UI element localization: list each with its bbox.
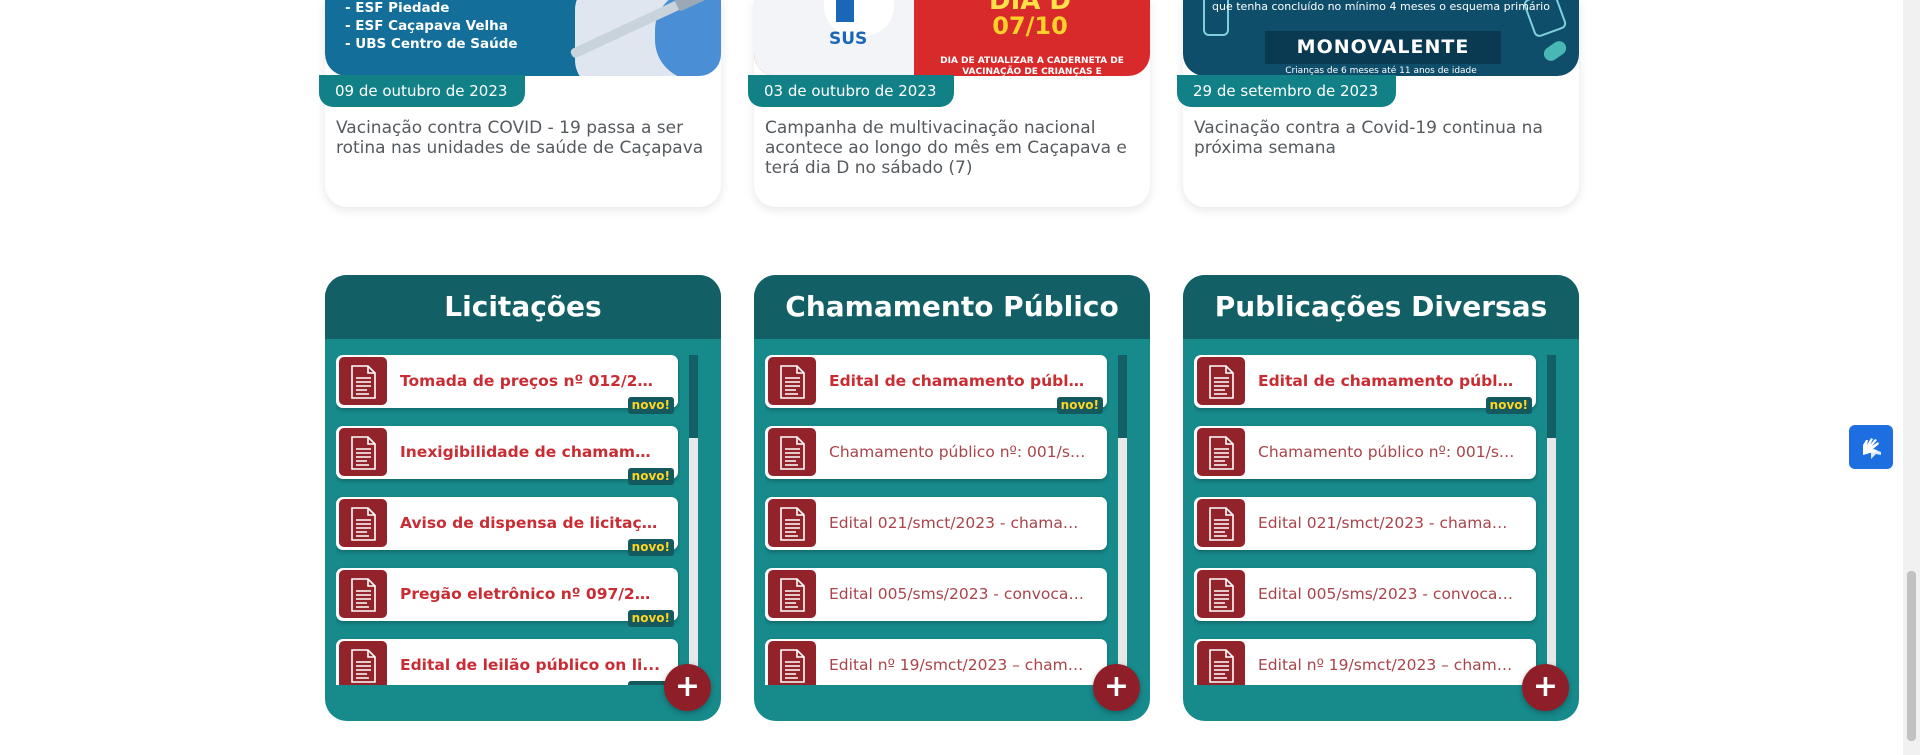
list-item[interactable]: Edital 005/sms/2023 - convocaç... — [765, 568, 1107, 621]
list-item[interactable]: Pregão eletrônico nº 097/2023 novo! — [336, 568, 678, 627]
document-icon — [339, 499, 387, 547]
item-label[interactable]: Edital 005/sms/2023 - convocaç... — [829, 568, 1089, 621]
new-badge: novo! — [627, 610, 674, 627]
image-strip: DIA DE ATUALIZAR A CADERNETA DE VACINAÇÃ… — [940, 56, 1124, 76]
document-icon — [339, 641, 387, 685]
item-label[interactable]: Edital nº 19/smct/2023 – chama... — [1258, 639, 1518, 685]
list-item[interactable]: Edital de leilão público on li...novo! — [336, 639, 678, 685]
news-card[interactable]: SUS DIA D 07/10 DIA DE ATUALIZAR A CADER… — [748, 0, 1150, 207]
pill-icon — [1541, 38, 1569, 64]
list-item[interactable]: Chamamento público nº: 001/sme... — [765, 426, 1107, 479]
list-item[interactable]: Edital 021/smct/2023 - chamame... — [1194, 497, 1536, 550]
new-badge: novo! — [1485, 397, 1532, 414]
news-title[interactable]: Campanha de multivacinação nacional acon… — [765, 118, 1137, 178]
scroll-thumb[interactable] — [1118, 355, 1127, 438]
section-title[interactable]: Licitações — [325, 275, 721, 339]
section-chamamento-publico: Chamamento Público Edital de chamamento … — [754, 275, 1150, 721]
more-button[interactable]: + — [1093, 664, 1140, 711]
document-icon — [768, 499, 816, 547]
scroll-thumb[interactable] — [689, 355, 698, 438]
item-label[interactable]: Chamamento público nº: 001/sme... — [1258, 426, 1518, 479]
item-label[interactable]: Aviso de dispensa de licitação... — [400, 497, 660, 550]
section-scrollbar[interactable] — [1547, 355, 1556, 685]
image-panel: - ESF Piedade - ESF Caçapava Velha - UBS… — [325, 0, 581, 76]
news-image[interactable]: SUS DIA D 07/10 DIA DE ATUALIZAR A CADER… — [754, 0, 1150, 76]
news-date: 29 de setembro de 2023 — [1177, 75, 1397, 107]
news-title[interactable]: Vacinação contra COVID - 19 passa a ser … — [336, 118, 708, 158]
list-item[interactable]: Chamamento público nº: 001/sme... — [1194, 426, 1536, 479]
scroll-thumb[interactable] — [1547, 355, 1556, 438]
item-label[interactable]: Edital 021/smct/2023 - chamame... — [1258, 497, 1518, 550]
section-title[interactable]: Chamamento Público — [754, 275, 1150, 339]
new-badge: novo! — [627, 539, 674, 556]
section-title[interactable]: Publicações Diversas — [1183, 275, 1579, 339]
document-icon — [339, 357, 387, 405]
item-label[interactable]: Edital de chamamento público 0... — [829, 355, 1089, 408]
document-icon — [1197, 428, 1245, 476]
list-item[interactable]: Edital de chamamento público 0...novo! — [1194, 355, 1536, 414]
new-badge: novo! — [627, 468, 674, 485]
new-badge: novo! — [627, 397, 674, 414]
section-list: Edital de chamamento público 0...novo! Ch… — [765, 355, 1109, 685]
cross-icon — [836, 0, 854, 22]
document-icon — [1197, 499, 1245, 547]
more-button[interactable]: + — [664, 664, 711, 711]
news-date: 03 de outubro de 2023 — [748, 75, 955, 107]
section-licitacoes: Licitações Tomada de preços nº 012/2023 n… — [325, 275, 721, 721]
page-scrollbar[interactable] — [1903, 0, 1920, 755]
document-icon — [1197, 641, 1245, 685]
section-scrollbar[interactable] — [689, 355, 698, 685]
item-label[interactable]: Inexigibilidade de chamamento ... — [400, 426, 660, 479]
document-icon — [768, 641, 816, 685]
item-label[interactable]: Edital de chamamento público 0... — [1258, 355, 1518, 408]
document-icon — [1197, 570, 1245, 618]
page-scroll-thumb[interactable] — [1907, 571, 1916, 741]
item-label[interactable]: Edital 005/sms/2023 - convocaç... — [1258, 568, 1518, 621]
document-icon — [1197, 357, 1245, 405]
news-image[interactable]: - ESF Piedade - ESF Caçapava Velha - UBS… — [325, 0, 721, 76]
image-top-text: que tenha concluído no mínimo 4 meses o … — [1212, 0, 1550, 13]
list-item[interactable]: Edital 021/smct/2023 - chamame... — [765, 497, 1107, 550]
news-title[interactable]: Vacinação contra a Covid-19 continua na … — [1194, 118, 1566, 158]
section-publicacoes-diversas: Publicações Diversas Edital de chamament… — [1183, 275, 1579, 721]
item-label[interactable]: Edital 021/smct/2023 - chamame... — [829, 497, 1089, 550]
list-item[interactable]: Tomada de preços nº 012/2023 novo! — [336, 355, 678, 414]
new-badge: novo! — [1056, 397, 1103, 414]
accessibility-button[interactable] — [1849, 425, 1893, 469]
document-icon — [768, 428, 816, 476]
image-badge: MONOVALENTE — [1265, 31, 1501, 64]
image-text-line: - ESF Piedade — [345, 0, 450, 16]
image-date: 07/10 — [992, 12, 1068, 40]
news-date: 09 de outubro de 2023 — [319, 75, 526, 107]
list-item[interactable]: Edital de chamamento público 0...novo! — [765, 355, 1107, 414]
list-item[interactable]: Inexigibilidade de chamamento ...novo! — [336, 426, 678, 485]
image-text-line: - ESF Caçapava Velha — [345, 18, 508, 34]
item-label[interactable]: Pregão eletrônico nº 097/2023 — [400, 568, 660, 621]
news-card[interactable]: - ESF Piedade - ESF Caçapava Velha - UBS… — [319, 0, 721, 207]
more-button[interactable]: + — [1522, 664, 1569, 711]
list-item[interactable]: Edital nº 19/smct/2023 – chama... — [765, 639, 1107, 685]
item-label[interactable]: Edital nº 19/smct/2023 – chama... — [829, 639, 1089, 685]
sign-language-icon — [1863, 438, 1881, 459]
document-icon — [339, 428, 387, 476]
item-label[interactable]: Edital de leilão público on li... — [400, 639, 660, 685]
item-label[interactable]: Tomada de preços nº 012/2023 — [400, 355, 660, 408]
section-list: Edital de chamamento público 0...novo! Ch… — [1194, 355, 1538, 685]
image-text-line: - UBS Centro de Saúde — [345, 36, 518, 52]
document-icon — [768, 357, 816, 405]
news-image[interactable]: que tenha concluído no mínimo 4 meses o … — [1183, 0, 1579, 76]
list-item[interactable]: Aviso de dispensa de licitação... novo! — [336, 497, 678, 556]
sus-logo: SUS — [829, 29, 868, 49]
document-icon — [339, 570, 387, 618]
news-card[interactable]: que tenha concluído no mínimo 4 meses o … — [1177, 0, 1579, 207]
section-list: Tomada de preços nº 012/2023 novo! Inexigi… — [336, 355, 680, 685]
document-icon — [768, 570, 816, 618]
section-scrollbar[interactable] — [1118, 355, 1127, 685]
item-label[interactable]: Chamamento público nº: 001/sme... — [829, 426, 1089, 479]
list-item[interactable]: Edital nº 19/smct/2023 – chama... — [1194, 639, 1536, 685]
list-item[interactable]: Edital 005/sms/2023 - convocaç... — [1194, 568, 1536, 621]
